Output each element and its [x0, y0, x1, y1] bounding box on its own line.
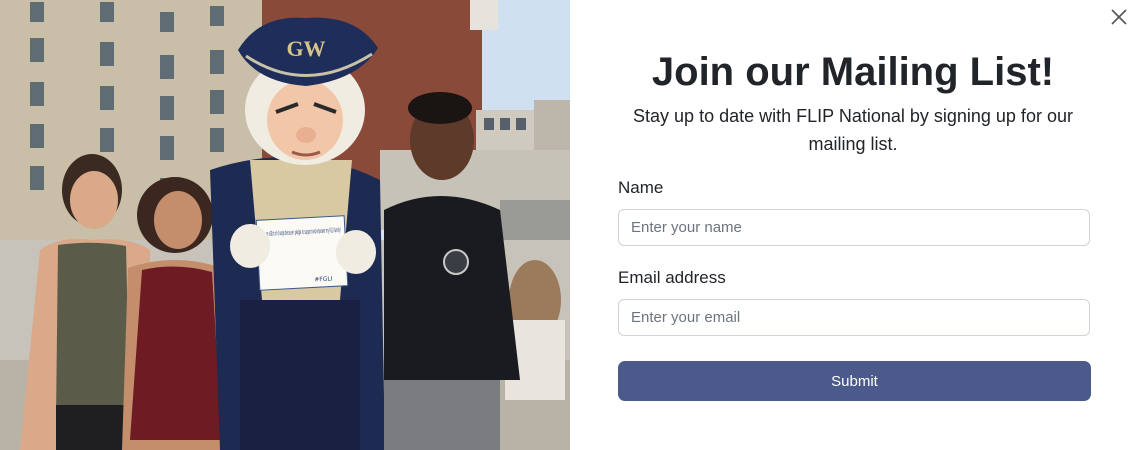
submit-button[interactable]: Submit: [618, 361, 1091, 401]
email-label: Email address: [618, 268, 726, 287]
group-photo-illustration: GW I am an aGEnt of change because I ple…: [0, 0, 570, 450]
page-title: Join our Mailing List!: [651, 50, 1055, 94]
hat-logo-text: GW: [286, 36, 325, 61]
close-button[interactable]: [1108, 6, 1130, 28]
email-input[interactable]: [618, 299, 1090, 336]
page-subtitle: Stay up to date with FLIP National by si…: [633, 106, 1073, 154]
name-label: Name: [618, 178, 664, 197]
hero-photo: GW I am an aGEnt of change because I ple…: [0, 0, 570, 450]
mailing-list-modal: GW I am an aGEnt of change because I ple…: [0, 0, 1136, 450]
close-icon: [1111, 9, 1127, 25]
signup-form-panel: Join our Mailing List! Stay up to date w…: [570, 0, 1136, 450]
sign-tag: #FGLI: [314, 275, 333, 283]
name-input[interactable]: [618, 209, 1090, 246]
